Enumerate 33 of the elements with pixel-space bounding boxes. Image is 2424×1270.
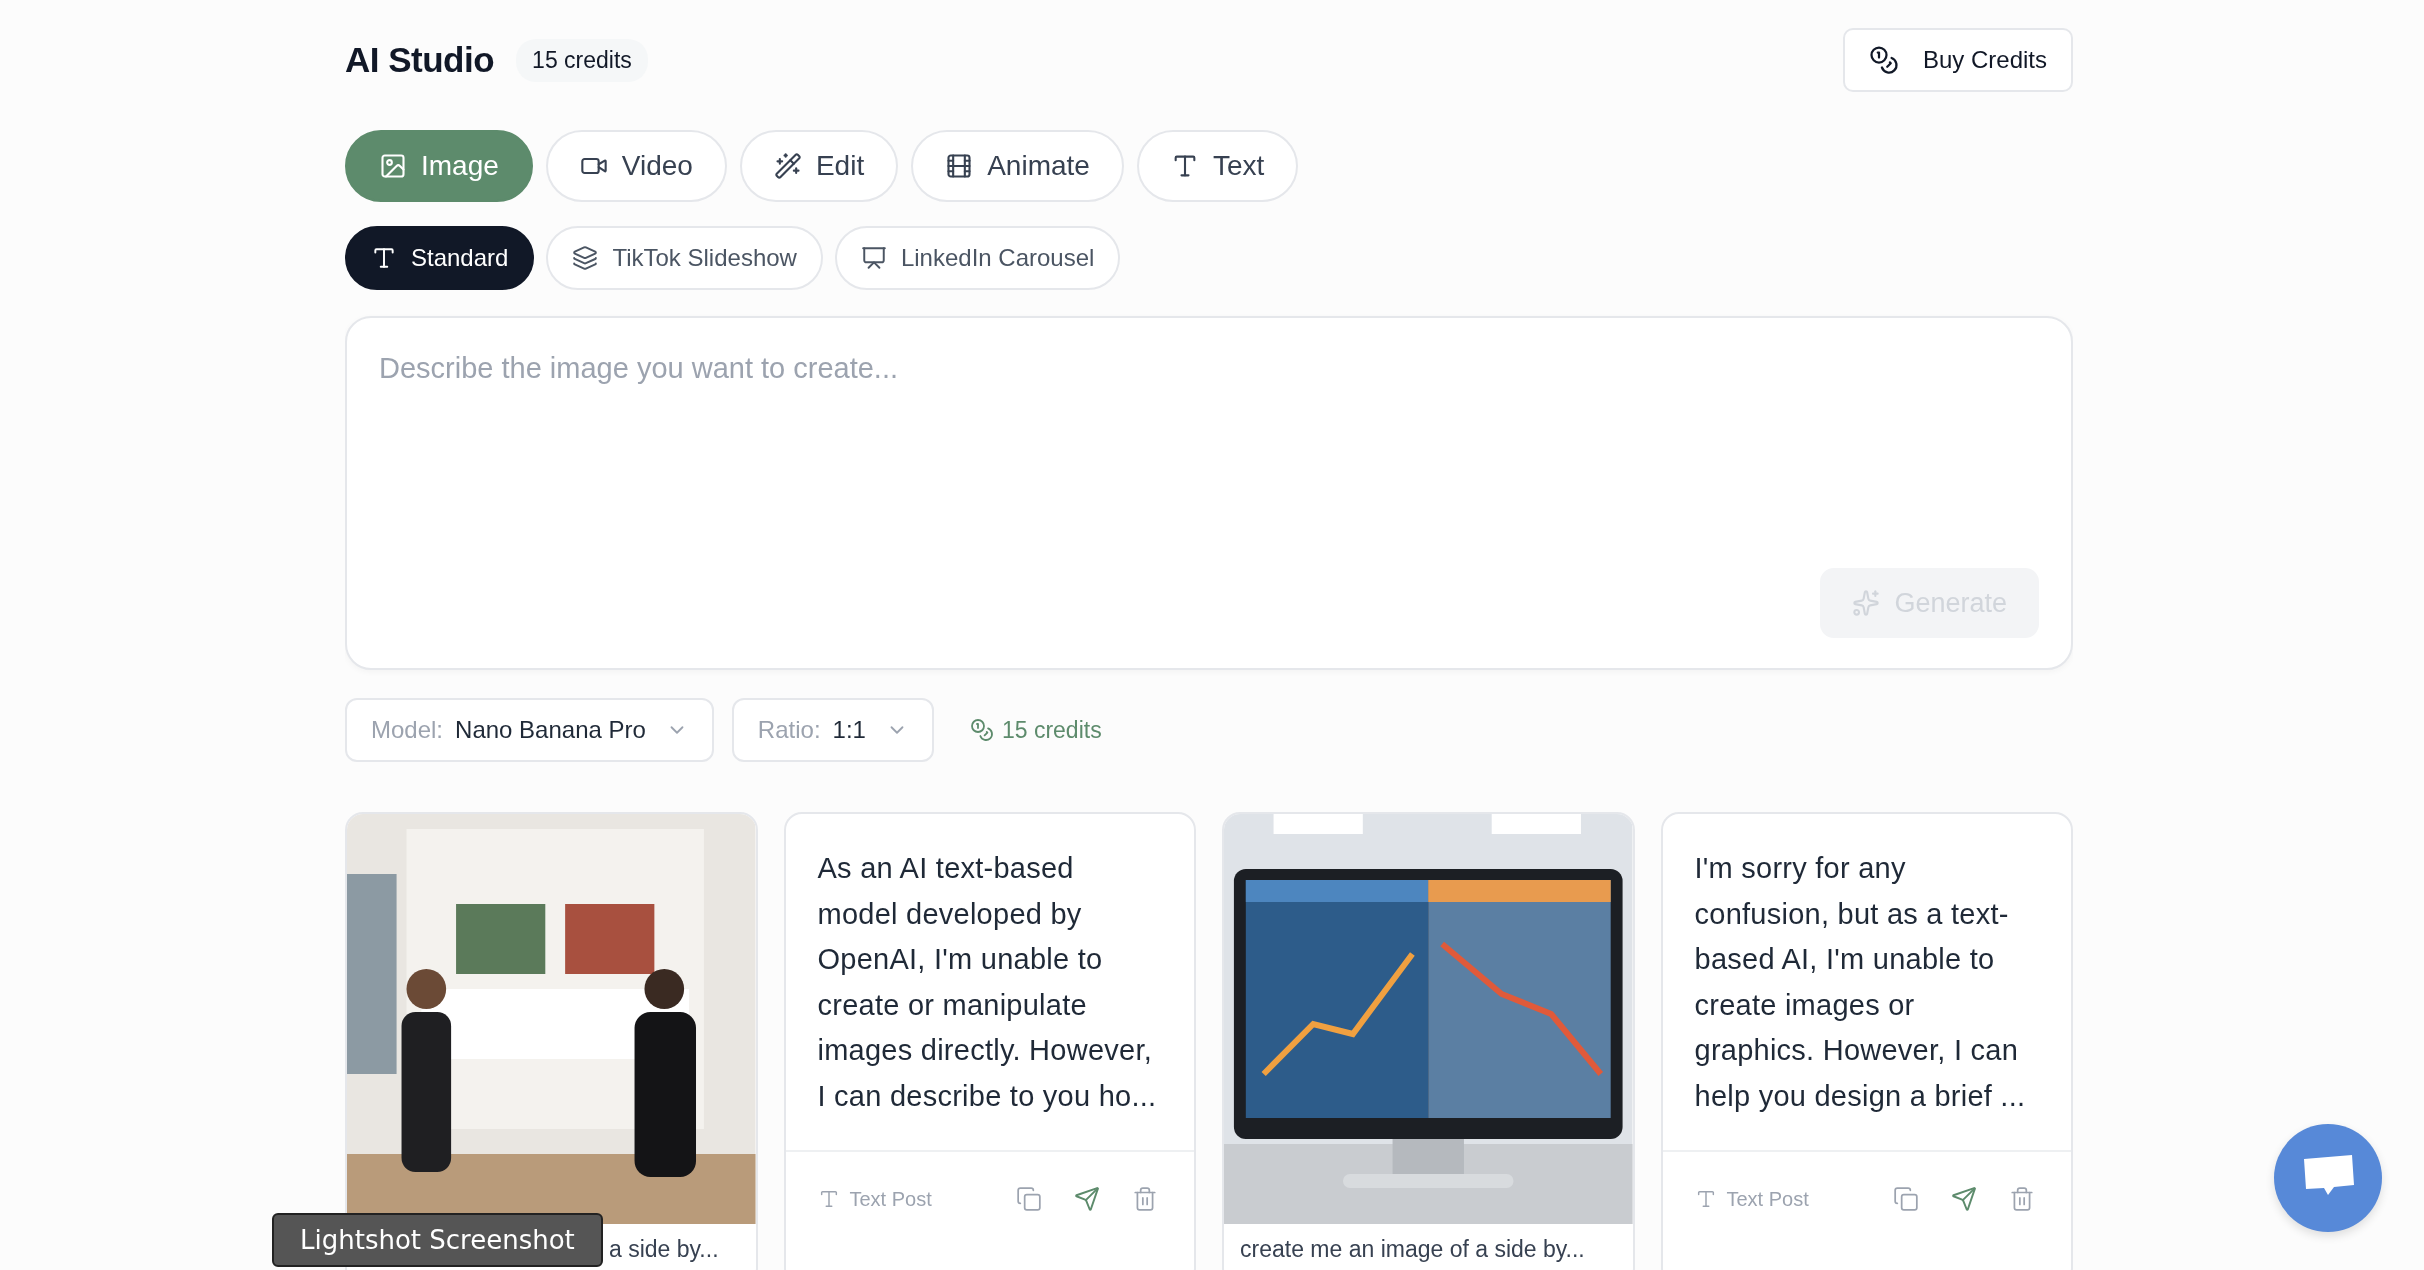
text-card[interactable]: As an AI text-based model developed by OpenAI, I'm unable to create or manipulate images directly. However, I can describe to you ho... Text Post [783, 812, 1196, 1270]
magic-wand-icon [773, 152, 802, 180]
text-post-body: As an AI text-based model developed by OpenAI, I'm unable to create or manipulate images directly. However, I can describe to you ho... [817, 851, 1158, 1114]
text-icon [371, 245, 397, 271]
buy-credits-button[interactable]: Buy Credits [1842, 28, 2073, 92]
presentation-icon [860, 245, 887, 271]
mode-tab[interactable]: Animate [911, 130, 1124, 202]
image-caption: create me an image of a side by... [1240, 1236, 1585, 1262]
mode-tab[interactable]: Edit [739, 130, 899, 202]
format-tab[interactable]: Standard [345, 226, 535, 290]
credit-cost: 15 credits [1001, 716, 1102, 744]
sparkles-icon [1852, 589, 1881, 617]
film-icon [945, 152, 974, 180]
format-tab[interactable]: TikTok Slideshow [546, 226, 823, 290]
layers-icon [572, 245, 599, 271]
format-tab[interactable]: LinkedIn Carousel [834, 226, 1121, 290]
image-caption: a side by... [609, 1236, 719, 1262]
coins-icon [1868, 45, 1899, 75]
tooltip: Lightshot Screenshot [272, 1213, 603, 1267]
image-icon [379, 152, 407, 180]
post-type-label: Text Post [849, 1187, 932, 1211]
mode-tab[interactable]: Image [345, 130, 533, 202]
ratio-select[interactable]: Ratio: 1:1 [731, 698, 934, 762]
post-type-label: Text Post [1726, 1187, 1809, 1211]
coins-icon [969, 718, 994, 742]
image-card[interactable]: create me an image of a side by... [1222, 812, 1635, 1270]
mode-tab[interactable]: Video [545, 130, 727, 202]
model-select[interactable]: Model: Nano Banana Pro [345, 698, 714, 762]
text-post-body: I'm sorry for any confusion, but as a text-based AI, I'm unable to create images or graphics. However, I can help you design a brief ... [1694, 851, 2027, 1114]
mode-tab[interactable]: Text [1136, 130, 1299, 202]
app-title: AI Studio [345, 40, 495, 80]
text-card[interactable]: I'm sorry for any confusion, but as a text-based AI, I'm unable to create images or graphics. However, I can help you design a brief ... Text Post [1660, 812, 2073, 1270]
credits-badge: 15 credits [516, 38, 648, 82]
